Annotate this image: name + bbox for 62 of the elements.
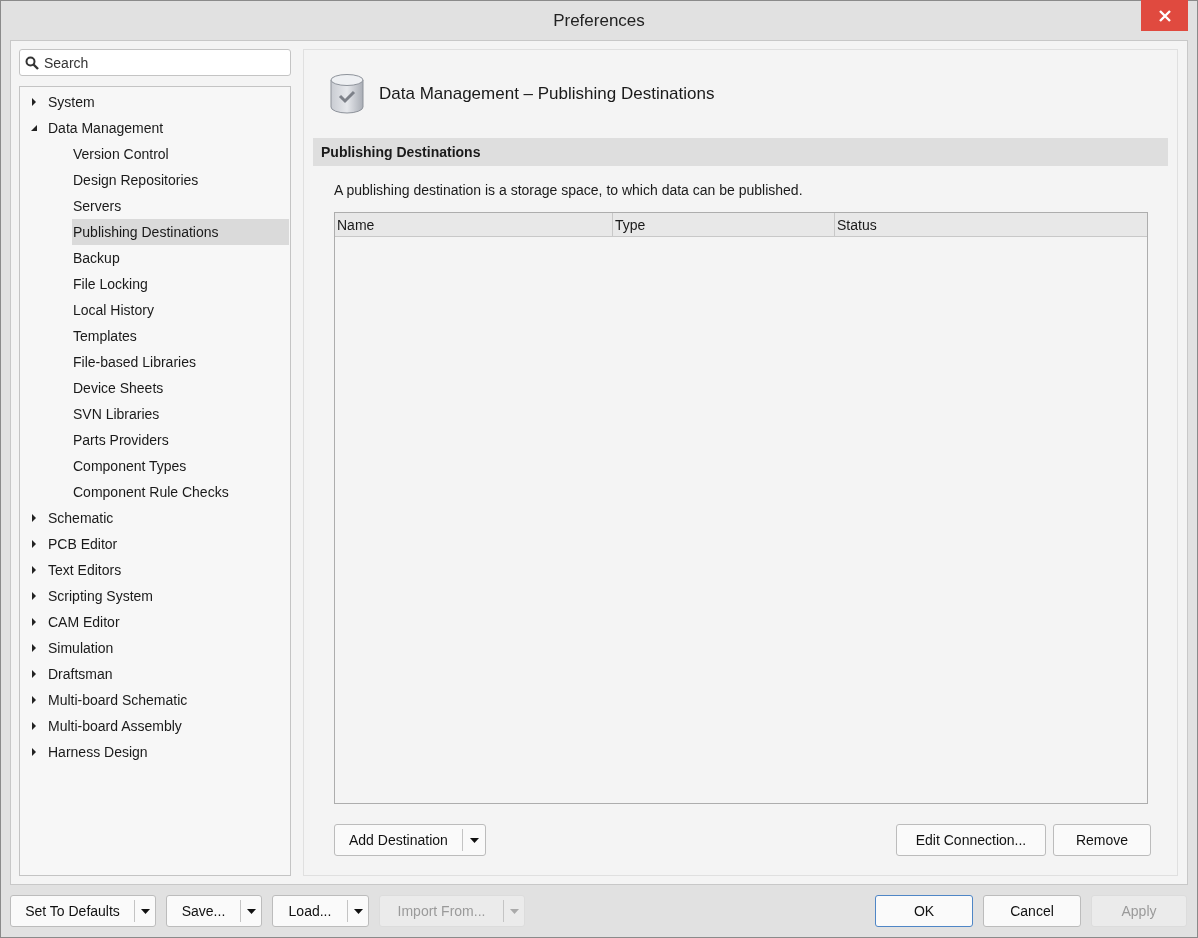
expand-arrow-icon[interactable] bbox=[31, 670, 37, 678]
close-icon bbox=[1157, 8, 1172, 23]
column-header[interactable]: Type bbox=[613, 213, 835, 236]
window-title: Preferences bbox=[553, 10, 645, 31]
tree-item[interactable]: Backup bbox=[72, 245, 289, 271]
tree-item[interactable]: Version Control bbox=[72, 141, 289, 167]
tree-item[interactable]: PCB Editor bbox=[20, 531, 290, 557]
tree-item[interactable]: Text Editors bbox=[20, 557, 290, 583]
close-button[interactable] bbox=[1141, 0, 1188, 31]
tree-item[interactable]: Schematic bbox=[20, 505, 290, 531]
expand-arrow-icon[interactable] bbox=[31, 540, 37, 548]
expand-arrow-icon[interactable] bbox=[31, 722, 37, 730]
collapse-arrow-icon[interactable] bbox=[31, 124, 37, 132]
tree-item[interactable]: Multi-board Schematic bbox=[20, 687, 290, 713]
tree-item[interactable]: Design Repositories bbox=[72, 167, 289, 193]
tree-item[interactable]: Harness Design bbox=[20, 739, 290, 765]
tree-item[interactable]: Data Management bbox=[20, 115, 290, 141]
tree-item[interactable]: File-based Libraries bbox=[72, 349, 289, 375]
tree-item[interactable]: SVN Libraries bbox=[72, 401, 289, 427]
tree-item[interactable]: Multi-board Assembly bbox=[20, 713, 290, 739]
tree-item[interactable]: Draftsman bbox=[20, 661, 290, 687]
caret-icon bbox=[141, 908, 150, 914]
column-header[interactable]: Name bbox=[335, 213, 613, 236]
tree-item[interactable]: CAM Editor bbox=[20, 609, 290, 635]
caret-icon bbox=[247, 908, 256, 914]
button[interactable]: Add Destination bbox=[334, 824, 486, 856]
button[interactable]: Cancel bbox=[983, 895, 1081, 927]
tree-item[interactable]: Local History bbox=[72, 297, 289, 323]
search-field[interactable]: Search bbox=[19, 49, 291, 76]
expand-arrow-icon[interactable] bbox=[31, 566, 37, 574]
expand-arrow-icon[interactable] bbox=[31, 592, 37, 600]
tree-item[interactable]: Simulation bbox=[20, 635, 290, 661]
expand-arrow-icon[interactable] bbox=[31, 618, 37, 626]
tree-item[interactable]: Publishing Destinations bbox=[72, 219, 289, 245]
expand-arrow-icon[interactable] bbox=[31, 644, 37, 652]
tree-item[interactable]: Device Sheets bbox=[72, 375, 289, 401]
description-text: A publishing destination is a storage space, to which data can be published. bbox=[333, 181, 804, 200]
button[interactable]: Edit Connection... bbox=[896, 824, 1046, 856]
section-header: Publishing Destinations bbox=[313, 138, 1168, 166]
caret-icon bbox=[354, 908, 363, 914]
tree-item[interactable]: Scripting System bbox=[20, 583, 290, 609]
expand-arrow-icon[interactable] bbox=[31, 696, 37, 704]
tree-item[interactable]: Servers bbox=[72, 193, 289, 219]
caret-icon bbox=[469, 837, 479, 843]
tree-item[interactable]: File Locking bbox=[72, 271, 289, 297]
tree-item[interactable]: Parts Providers bbox=[72, 427, 289, 453]
expand-arrow-icon[interactable] bbox=[31, 514, 37, 522]
tree-item[interactable]: System bbox=[20, 89, 290, 115]
button[interactable]: Save... bbox=[166, 895, 262, 927]
tree-item[interactable]: Component Types bbox=[72, 453, 289, 479]
expand-arrow-icon[interactable] bbox=[31, 98, 37, 106]
button[interactable]: Set To Defaults bbox=[10, 895, 156, 927]
page-title: Data Management – Publishing Destinations bbox=[379, 84, 715, 104]
database-check-icon bbox=[329, 73, 365, 115]
button[interactable]: Load... bbox=[272, 895, 369, 927]
caret-icon bbox=[510, 908, 519, 914]
tree-item[interactable]: Templates bbox=[72, 323, 289, 349]
expand-arrow-icon[interactable] bbox=[31, 748, 37, 756]
column-header[interactable]: Status bbox=[835, 213, 1147, 236]
button[interactable]: OK bbox=[875, 895, 973, 927]
button[interactable]: Remove bbox=[1053, 824, 1151, 856]
tree-item[interactable]: Component Rule Checks bbox=[72, 479, 289, 505]
